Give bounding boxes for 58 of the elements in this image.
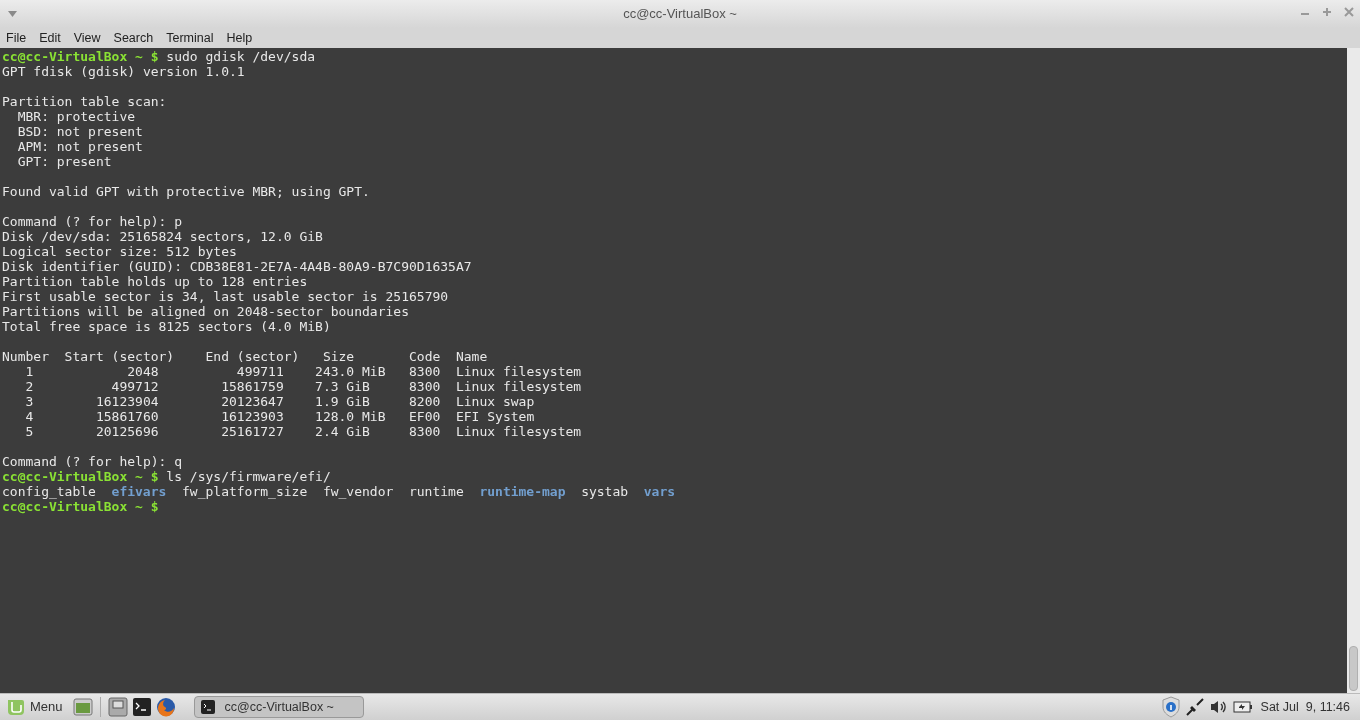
file-name: systab [581, 484, 629, 499]
terminal-text: Partition table holds up to 128 entries [2, 274, 308, 289]
leaf-logo-icon[interactable] [6, 697, 26, 717]
terminal-text: 1 2048 499711 243.0 MiB 8300 Linux filesystem [24, 364, 582, 379]
battery-icon[interactable] [1232, 700, 1253, 714]
terminal-text: GPT: present [16, 154, 112, 169]
maximize-icon[interactable] [1322, 7, 1332, 17]
prompt-text: cc@cc-VirtualBox ~ $ [2, 469, 159, 484]
terminal-text: GPT fdisk (gdisk) version 1.0.1 [2, 64, 245, 79]
file-name: runtime [408, 484, 464, 499]
prompt-text: cc@cc-VirtualBox ~ $ [2, 499, 159, 514]
window-menu-icon[interactable] [8, 11, 17, 17]
terminal-text: Total free space is 8125 sectors (4.0 MiB) [2, 319, 331, 334]
terminal-text: BSD: not present [16, 124, 143, 139]
terminal-text: Found valid GPT with protective MBR; using GPT. [2, 184, 370, 199]
menu-button[interactable]: Menu [30, 697, 63, 717]
close-icon[interactable] [1344, 7, 1354, 17]
terminal-text: First usable sector is 34, last usable sector is 25165790 [2, 289, 449, 304]
terminal-text: 4 15861760 16123903 128.0 MiB EF00 EFI System [24, 409, 535, 424]
menu-item[interactable]: Terminal [161, 28, 219, 48]
terminal-text: sudo gdisk /dev/sda [165, 49, 316, 64]
file-name: fw_platform_size [182, 484, 308, 499]
terminal-text: MBR: protective [16, 109, 136, 124]
terminal-text: Number Start (sector) End (sector) Size Code Name [2, 349, 488, 364]
menu-item[interactable]: Edit [34, 28, 66, 48]
directory-name: efivars [111, 484, 167, 499]
menu-item[interactable]: View [68, 28, 106, 48]
volume-icon[interactable] [1208, 699, 1229, 715]
terminal-text: 5 20125696 25161727 2.4 GiB 8300 Linux filesystem [24, 424, 582, 439]
taskbar-window-button[interactable]: cc@cc-VirtualBox ~ [193, 696, 364, 718]
terminal-text: 3 16123904 20123647 1.9 GiB 8200 Linux swap [24, 394, 535, 409]
window-title: cc@cc-VirtualBox ~ [623, 5, 737, 24]
terminal-text: Logical sector size: 512 bytes [2, 244, 237, 259]
menu-item[interactable]: Search [108, 28, 159, 48]
terminal-text: Command (? for help): p [2, 214, 182, 229]
terminal-text: Partitions will be aligned on 2048-sector boundaries [2, 304, 409, 319]
file-name: fw_vendor [322, 484, 394, 499]
terminal-icon [200, 700, 215, 714]
directory-name: runtime-map [479, 484, 566, 499]
terminal-text: ls /sys/firmware/efi/ [165, 469, 331, 484]
browser-globe-icon[interactable] [155, 697, 176, 717]
scrollbar-thumb[interactable] [1349, 646, 1358, 691]
menu-item[interactable]: Help [221, 28, 258, 48]
terminal-text: 2 499712 15861759 7.3 GiB 8300 Linux filesystem [24, 379, 582, 394]
terminal-text: APM: not present [16, 139, 143, 154]
desktop-icon[interactable] [72, 697, 93, 717]
terminal-text: Disk identifier (GUID): CDB38E81-2E7A-4A4B-80A9-B7C90D1635A7 [2, 259, 472, 274]
shield-info-icon[interactable] [1160, 696, 1181, 718]
prompt-text: cc@cc-VirtualBox ~ $ [2, 49, 159, 64]
clock[interactable]: Sat Jul 9, 11:46 [1260, 697, 1350, 717]
menu-item[interactable]: File [1, 28, 32, 48]
network-plug-icon[interactable] [1184, 697, 1205, 717]
directory-name: vars [643, 484, 676, 499]
terminal-icon[interactable] [131, 697, 152, 717]
terminal-text: Partition table scan: [2, 94, 167, 109]
terminal-text: Command (? for help): q [2, 454, 182, 469]
terminal-text: Disk /dev/sda: 25165824 sectors, 12.0 GiB [2, 229, 323, 244]
file-name: config_table [2, 484, 96, 499]
